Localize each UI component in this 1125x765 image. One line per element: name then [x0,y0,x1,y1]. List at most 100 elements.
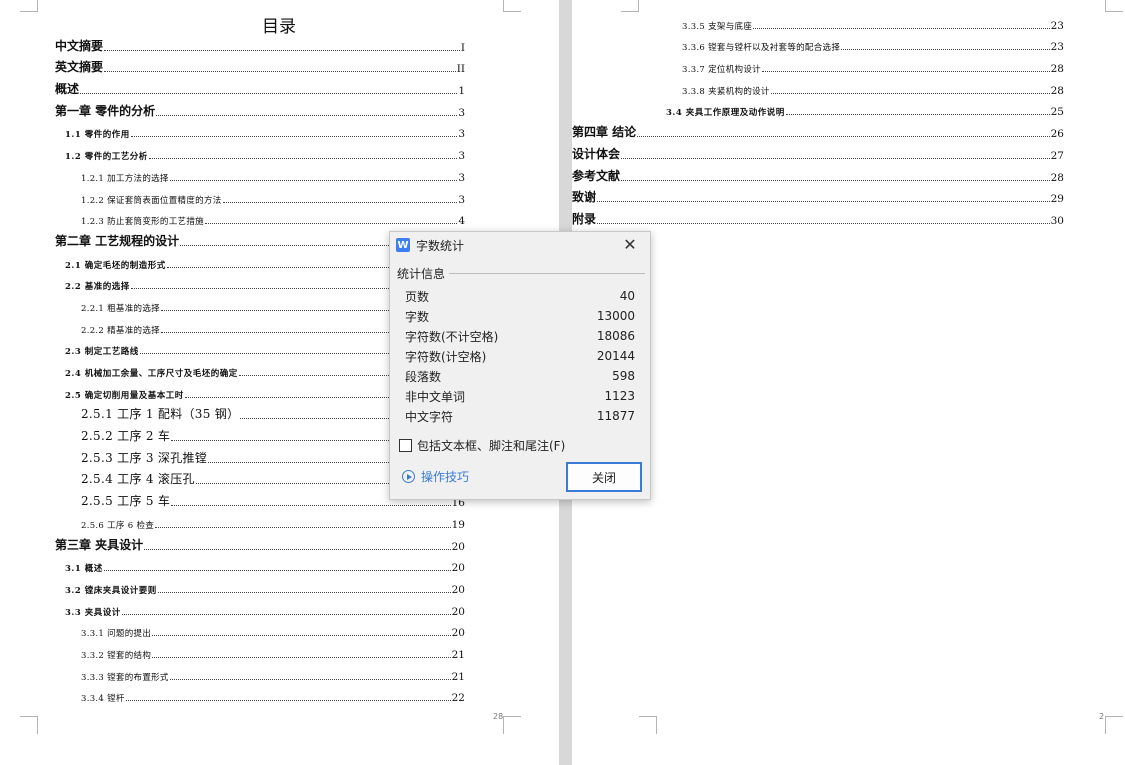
toc-entry[interactable]: 第三章 夹具设计 20 [55,535,465,557]
toc-leader-dots [104,49,460,51]
toc-entry[interactable]: 2.5.6 工序 6 检查 19 [55,513,465,535]
crop-mark [1105,716,1123,734]
toc-entry[interactable]: 1.2.2 保证套筒表面位置精度的方法 3 [55,188,465,210]
toc-entry[interactable]: 3.1 概述 20 [55,557,465,579]
document-page-right: 3.3.5 支架与底座 23 3.3.6 镗套与镗杆以及衬套等的配合选择 23 3.3.… [572,0,1125,765]
toc-entry-page: 29 [1050,193,1064,206]
toc-entry[interactable]: 3.3.1 问题的提出 20 [55,622,465,644]
stat-label: 页数 [405,289,430,304]
toc-leader-dots [144,548,451,550]
toc-entry-page: 20 [451,605,465,618]
toc-entry-text: 2.2 基准的选择 [65,282,130,293]
toc-leader-dots [156,114,458,116]
toc-leader-dots [157,591,451,593]
close-icon[interactable]: ✕ [620,235,640,255]
stat-label: 字符数(计空格) [405,349,487,364]
toc-entry-page: 3 [458,128,465,141]
toc-entry[interactable]: 英文摘要 II [55,58,465,80]
statistics-group: 统计信息 [397,265,645,282]
toc-leader-dots [121,613,451,615]
toc-entry-text: 3.3.8 夹紧机构的设计 [682,86,770,97]
toc-entry[interactable]: 致谢 29 [572,188,1064,210]
toc-entry-text: 1.2.1 加工方法的选择 [81,173,169,184]
toc-entry[interactable]: 3.2 镗床夹具设计要则 20 [55,578,465,600]
toc-entry[interactable]: 中文摘要 I [55,36,465,58]
tips-link[interactable]: 操作技巧 [402,468,469,485]
toc-entry[interactable]: 第四章 结论 26 [572,122,1064,144]
toc-entry[interactable]: 3.3.5 支架与底座 23 [572,14,1064,36]
toc-entry-text: 2.5.1 工序 1 配料（35 钢） [81,407,240,422]
toc-entry-text: 1.2.2 保证套筒表面位置精度的方法 [81,195,222,206]
toc-entry-page: 28 [1050,171,1064,184]
include-textboxes-checkbox[interactable]: 包括文本框、脚注和尾注(F) [399,437,565,454]
toc-entry[interactable]: 3.3 夹具设计 20 [55,600,465,622]
toc-entry-text: 3.2 镗床夹具设计要则 [65,585,157,596]
toc-entry-text: 3.3.4 镗杆 [81,694,125,705]
toc-entry[interactable]: 参考文献 28 [572,166,1064,188]
page-number: 2 [1099,712,1105,721]
toc-entry-text: 2.2.1 粗基准的选择 [81,303,160,314]
toc-entry-text: 3.3.6 镗套与镗杆以及衬套等的配合选择 [682,43,841,54]
toc-entry[interactable]: 第一章 零件的分析 3 [55,101,465,123]
toc-entry-text: 第一章 零件的分析 [55,103,156,118]
stat-label: 字数 [405,309,430,324]
toc-entry-page: 1 [458,85,465,98]
toc-entry[interactable]: 1.1 零件的作用 3 [55,123,465,145]
stat-value: 1123 [604,389,635,403]
stat-row: 字符数(不计空格) 18086 [405,326,635,346]
toc-entry-page: 3 [458,171,465,184]
toc-entry[interactable]: 3.3.3 镗套的布置形式 21 [55,665,465,687]
toc-entry-text: 第三章 夹具设计 [55,537,144,552]
toc-entry[interactable]: 3.3.7 定位机构设计 28 [572,57,1064,79]
checkbox-label[interactable]: 包括文本框、脚注和尾注(F) [417,437,565,454]
toc-entry-text: 3.1 概述 [65,564,103,575]
stat-row: 字符数(计空格) 20144 [405,346,635,366]
checkbox-box[interactable] [399,439,412,452]
toc-entry-text: 3.3.5 支架与底座 [682,21,753,32]
toc-entry[interactable]: 设计体会 27 [572,144,1064,166]
close-button[interactable]: 关闭 [566,462,642,492]
stat-row: 中文字符 11877 [405,406,635,426]
page-number: 28 [493,712,504,721]
toc-entry-text: 3.3.7 定位机构设计 [682,65,761,76]
toc-leader-dots [171,505,451,507]
toc-entry-page: 28 [1050,63,1064,76]
stat-value: 598 [612,369,635,383]
toc-entry[interactable]: 3.3.2 镗套的结构 21 [55,643,465,665]
tips-label[interactable]: 操作技巧 [421,468,469,485]
toc-entry-page: 3 [458,106,465,119]
toc-leader-dots [621,179,1050,181]
divider [449,273,645,274]
toc-entry-page: 22 [451,692,465,705]
toc-entry[interactable]: 3.3.4 镗杆 22 [55,687,465,709]
toc-entry[interactable]: 1.2 零件的工艺分析 3 [55,144,465,166]
stat-value: 13000 [596,309,635,323]
toc-title: 目录 [262,17,296,37]
toc-entry-page: 27 [1050,149,1064,162]
stat-value: 40 [619,289,635,303]
toc-entry[interactable]: 概述 1 [55,79,465,101]
toc-leader-dots [104,71,456,73]
toc-leader-dots [753,27,1050,29]
toc-entry[interactable]: 1.2.1 加工方法的选择 3 [55,166,465,188]
toc-entry[interactable]: 附录 30 [572,209,1064,231]
toc-entry[interactable]: 1.2.3 防止套筒变形的工艺措施 4 [55,210,465,232]
toc-list-right: 3.3.5 支架与底座 23 3.3.6 镗套与镗杆以及衬套等的配合选择 23 3.3.… [572,14,1064,231]
toc-entry-page: 21 [451,648,465,661]
toc-leader-dots [621,157,1050,159]
stat-label: 非中文单词 [405,389,466,404]
stat-row: 字数 13000 [405,306,635,326]
toc-leader-dots [204,223,458,225]
stat-label: 段落数 [405,369,442,384]
stat-row: 段落数 598 [405,366,635,386]
toc-leader-dots [597,222,1050,224]
toc-leader-dots [80,93,458,95]
toc-leader-dots [152,656,451,658]
crop-mark [20,0,38,12]
toc-entry[interactable]: 3.3.6 镗套与镗杆以及衬套等的配合选择 23 [572,36,1064,58]
toc-entry[interactable]: 3.4 夹具工作原理及动作说明 25 [572,101,1064,123]
toc-entry-text: 参考文献 [572,168,621,183]
toc-entry-text: 概述 [55,82,80,97]
crop-mark [639,716,657,734]
toc-entry[interactable]: 3.3.8 夹紧机构的设计 28 [572,79,1064,101]
